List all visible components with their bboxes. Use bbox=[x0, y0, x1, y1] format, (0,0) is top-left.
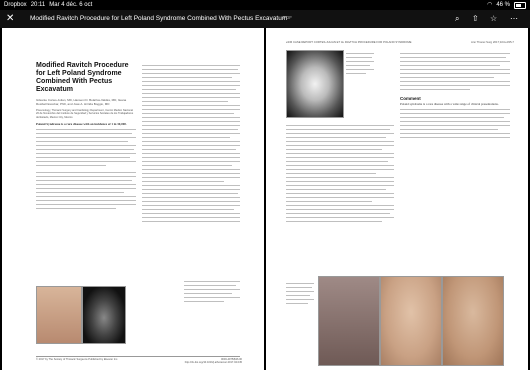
figure-caption-3 bbox=[286, 280, 314, 307]
search-icon[interactable]: ⌕ bbox=[455, 14, 459, 24]
clock: 20:11 bbox=[30, 2, 46, 8]
postoperative-photo-side[interactable] bbox=[442, 276, 504, 366]
right-page-column-1 bbox=[286, 122, 394, 225]
affiliation: Pneumology, Thoracic Surgery and Cardiol… bbox=[36, 109, 134, 119]
share-icon[interactable]: ⇧ bbox=[472, 14, 479, 24]
left-page-column-2 bbox=[142, 62, 240, 225]
figure-caption-2 bbox=[346, 50, 374, 77]
back-app-label[interactable]: Dropbox bbox=[4, 0, 27, 10]
footer-left: © 2017 by The Society of Thoracic Surgeo… bbox=[36, 358, 118, 361]
bookmark-icon[interactable]: ☆ bbox=[490, 14, 497, 24]
battery-icon bbox=[514, 1, 526, 9]
status-bar: Dropbox 20:11 Mar 4 déc. 6 oct ◠ 46 % bbox=[0, 0, 530, 10]
ct-3d-reconstruction[interactable] bbox=[286, 50, 344, 118]
article-title: Modified Ravitch Procedure for Left Pola… bbox=[36, 62, 129, 93]
file-type-badge: PDF bbox=[283, 15, 292, 20]
postoperative-photo-front[interactable] bbox=[380, 276, 442, 366]
intro-lines bbox=[36, 172, 136, 210]
running-header-left: e336 CASE REPORT CORTES-JULIAN ET AL RAV… bbox=[286, 40, 412, 44]
battery-percent: 46 % bbox=[496, 2, 510, 8]
running-header-right: Ann Thorac Surg 2017;104:e335-7 bbox=[470, 40, 514, 44]
pdf-page-left: Modified Ravitch Procedure for Left Pola… bbox=[2, 28, 264, 370]
pdf-toolbar: ✕ Modified Ravitch Procedure for Left Po… bbox=[0, 10, 530, 28]
footer-divider bbox=[36, 356, 240, 357]
comment-start: Poland syndrome is a rare disease with a… bbox=[400, 102, 499, 106]
intraoperative-photo[interactable] bbox=[318, 276, 380, 366]
right-page-column-2: Comment Poland syndrome is a rare diseas… bbox=[400, 50, 510, 141]
figure-caption-1 bbox=[184, 278, 240, 305]
footer-right: 0003-4975/$36.00 http://dx.doi.org/10.10… bbox=[184, 358, 242, 365]
wifi-icon: ◠ bbox=[487, 2, 493, 8]
authors: Gilsante Cortes-Julian, MD, Hanseni D. B… bbox=[36, 98, 127, 106]
more-icon[interactable]: ⋯ bbox=[510, 14, 518, 24]
abstract-start: Poland Syndrome is a rare disease with a… bbox=[36, 122, 127, 127]
close-icon[interactable]: ✕ bbox=[6, 13, 14, 25]
document-title: Modified Ravitch Procedure for Left Pola… bbox=[30, 15, 288, 22]
ct-scan-image[interactable] bbox=[82, 286, 126, 344]
patient-photo-1[interactable] bbox=[36, 286, 82, 344]
abstract-lines bbox=[36, 129, 136, 167]
date: Mar 4 déc. 6 oct bbox=[49, 2, 93, 8]
pdf-page-right: e336 CASE REPORT CORTES-JULIAN ET AL RAV… bbox=[266, 28, 528, 370]
